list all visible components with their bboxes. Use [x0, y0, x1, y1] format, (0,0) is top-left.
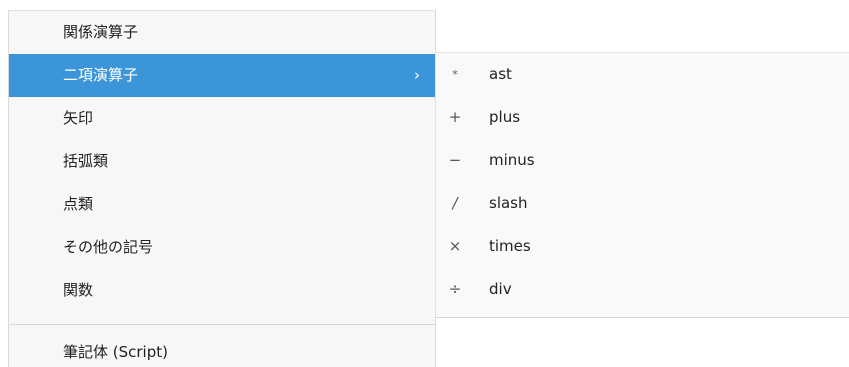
screen: 関係演算子 二項演算子 › 矢印 括弧類 点類 その他の記号 関数 筆記体 (S… — [0, 0, 849, 367]
menu-item-functions[interactable]: 関数 — [9, 269, 436, 312]
chevron-right-icon: › — [414, 66, 420, 84]
submenu-item-label: plus — [489, 108, 521, 126]
submenu-item-times[interactable]: × times — [436, 225, 849, 268]
menu-item-label: その他の記号 — [63, 238, 154, 256]
binary-operators-submenu: * ast + plus − minus / slash × times ÷ d… — [435, 52, 849, 318]
asterisk-icon: * — [452, 68, 458, 81]
menu-item-dots[interactable]: 点類 — [9, 183, 436, 226]
menu-item-label: 筆記体 (Script) — [63, 343, 168, 361]
submenu-item-minus[interactable]: − minus — [436, 139, 849, 182]
slash-icon: / — [452, 194, 458, 212]
submenu-item-label: slash — [489, 194, 528, 212]
minus-icon: − — [448, 151, 462, 169]
menu-item-label: 関係演算子 — [63, 23, 139, 41]
submenu-item-label: ast — [489, 65, 512, 83]
menu-separator — [10, 324, 435, 325]
times-icon: × — [448, 237, 462, 255]
math-symbol-menu: 関係演算子 二項演算子 › 矢印 括弧類 点類 その他の記号 関数 筆記体 (S… — [8, 10, 436, 367]
menu-item-binary-operators[interactable]: 二項演算子 › — [9, 54, 436, 97]
menu-item-relational-operators[interactable]: 関係演算子 — [9, 11, 436, 54]
submenu-item-label: div — [489, 280, 512, 298]
submenu-item-label: minus — [489, 151, 535, 169]
menu-item-label: 矢印 — [63, 109, 94, 127]
menu-item-other-symbols[interactable]: その他の記号 — [9, 226, 436, 269]
menu-item-label: 点類 — [63, 195, 94, 213]
menu-item-brackets[interactable]: 括弧類 — [9, 140, 436, 183]
submenu-item-plus[interactable]: + plus — [436, 96, 849, 139]
menu-item-label: 二項演算子 — [63, 66, 139, 84]
menu-item-script[interactable]: 筆記体 (Script) — [9, 331, 436, 367]
menu-item-arrows[interactable]: 矢印 — [9, 97, 436, 140]
submenu-item-slash[interactable]: / slash — [436, 182, 849, 225]
plus-icon: + — [448, 108, 462, 126]
menu-item-label: 関数 — [63, 281, 94, 299]
submenu-item-label: times — [489, 237, 531, 255]
submenu-item-ast[interactable]: * ast — [436, 53, 849, 96]
menu-item-label: 括弧類 — [63, 152, 109, 170]
submenu-item-div[interactable]: ÷ div — [436, 268, 849, 311]
divide-icon: ÷ — [448, 280, 462, 298]
